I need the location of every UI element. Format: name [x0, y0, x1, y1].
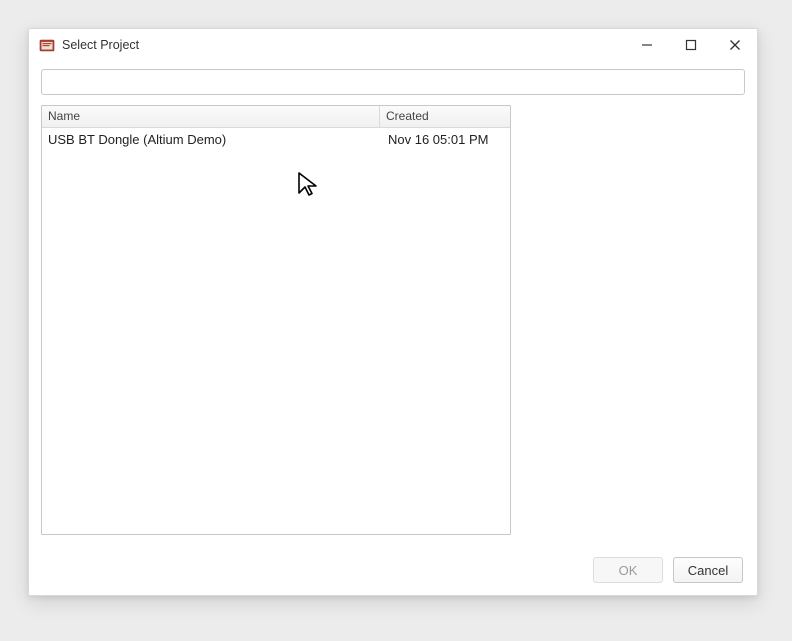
- cancel-button[interactable]: Cancel: [673, 557, 743, 583]
- project-icon: [39, 37, 55, 53]
- cell-created: Nov 16 05:01 PM: [380, 132, 510, 147]
- minimize-button[interactable]: [625, 29, 669, 61]
- column-header-name[interactable]: Name: [42, 106, 380, 127]
- titlebar: Select Project: [29, 29, 757, 61]
- ok-button[interactable]: OK: [593, 557, 663, 583]
- window-controls: [625, 29, 757, 61]
- dialog-content: Name Created USB BT Dongle (Altium Demo)…: [29, 61, 757, 547]
- table-row[interactable]: USB BT Dongle (Altium Demo) Nov 16 05:01…: [42, 128, 510, 150]
- list-body[interactable]: USB BT Dongle (Altium Demo) Nov 16 05:01…: [42, 128, 510, 534]
- cell-name: USB BT Dongle (Altium Demo): [42, 132, 380, 147]
- project-list: Name Created USB BT Dongle (Altium Demo)…: [41, 105, 511, 535]
- dialog-buttons: OK Cancel: [29, 547, 757, 595]
- list-header: Name Created: [42, 106, 510, 128]
- window-title: Select Project: [62, 38, 625, 52]
- select-project-dialog: Select Project Name Created: [28, 28, 758, 596]
- close-button[interactable]: [713, 29, 757, 61]
- maximize-button[interactable]: [669, 29, 713, 61]
- column-header-created[interactable]: Created: [380, 106, 510, 127]
- search-input[interactable]: [41, 69, 745, 95]
